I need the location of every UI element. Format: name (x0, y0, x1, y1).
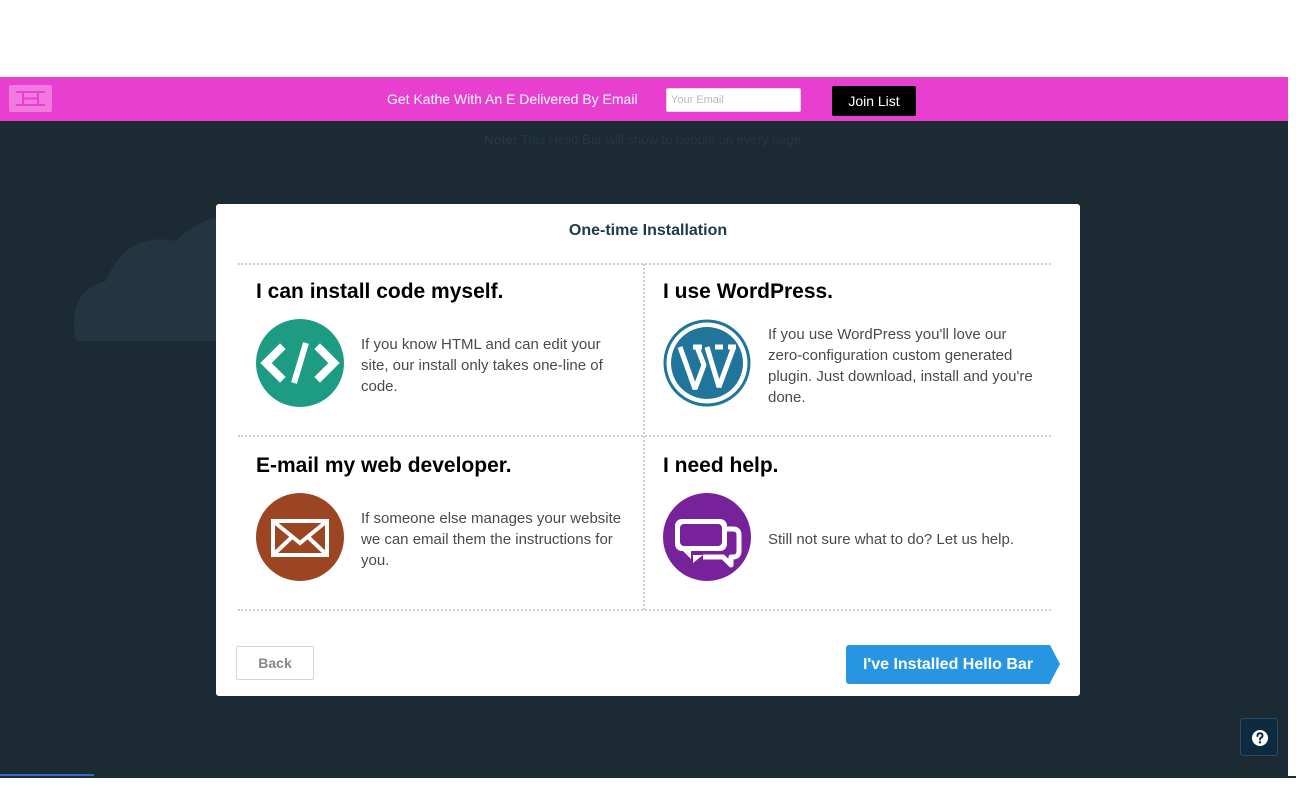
option-description: If you use WordPress you'll love our zer… (768, 326, 1033, 406)
option-install-code[interactable]: I can install code myself. If you know H… (256, 280, 626, 430)
option-wordpress[interactable]: I use WordPress. If you use WordPress yo… (663, 280, 1033, 430)
option-heading: I can install code myself. (256, 280, 504, 303)
wordpress-icon (663, 319, 751, 407)
back-button-label: Back (258, 655, 292, 671)
divider (643, 264, 645, 610)
option-description: If you know HTML and can edit your site,… (361, 336, 603, 395)
code-icon (256, 319, 344, 407)
note-text: This Hello Bar will show to people on ev… (520, 132, 801, 147)
hello-bar-logo-icon[interactable] (9, 85, 52, 112)
scrollbar-area (1288, 77, 1296, 776)
modal-title: One-time Installation (568, 222, 728, 239)
envelope-icon (256, 493, 344, 581)
help-button[interactable] (1240, 718, 1278, 756)
option-heading: I use WordPress. (663, 280, 834, 303)
top-blank-area (0, 0, 1296, 77)
installed-hello-bar-button[interactable]: I've Installed Hello Bar (846, 645, 1060, 684)
back-button[interactable]: Back (236, 646, 314, 680)
hello-bar-message: Get Kathe With An E Delivered By Email (387, 91, 638, 107)
hello-bar-email-input[interactable] (666, 88, 801, 112)
option-description: Still not sure what to do? Let us help. (768, 531, 1014, 548)
option-need-help[interactable]: I need help. Still not sure what to do? … (663, 454, 1033, 604)
installation-modal: One-time Installation I can install code… (216, 204, 1080, 696)
option-description: If someone else manages your website we … (361, 510, 622, 569)
note-label: Note: (484, 132, 518, 147)
note-line: Note: This Hello Bar will show to people… (484, 132, 801, 147)
join-list-button[interactable]: Join List (832, 86, 916, 116)
option-heading: I need help. (663, 454, 779, 477)
option-heading: E-mail my web developer. (256, 454, 512, 477)
bottom-blank-area (0, 776, 1296, 810)
option-email-developer[interactable]: E-mail my web developer. If someone else… (256, 454, 626, 604)
chat-bubbles-icon (663, 493, 751, 581)
question-icon (1252, 730, 1268, 746)
hello-bar: Get Kathe With An E Delivered By Email (0, 77, 1288, 121)
